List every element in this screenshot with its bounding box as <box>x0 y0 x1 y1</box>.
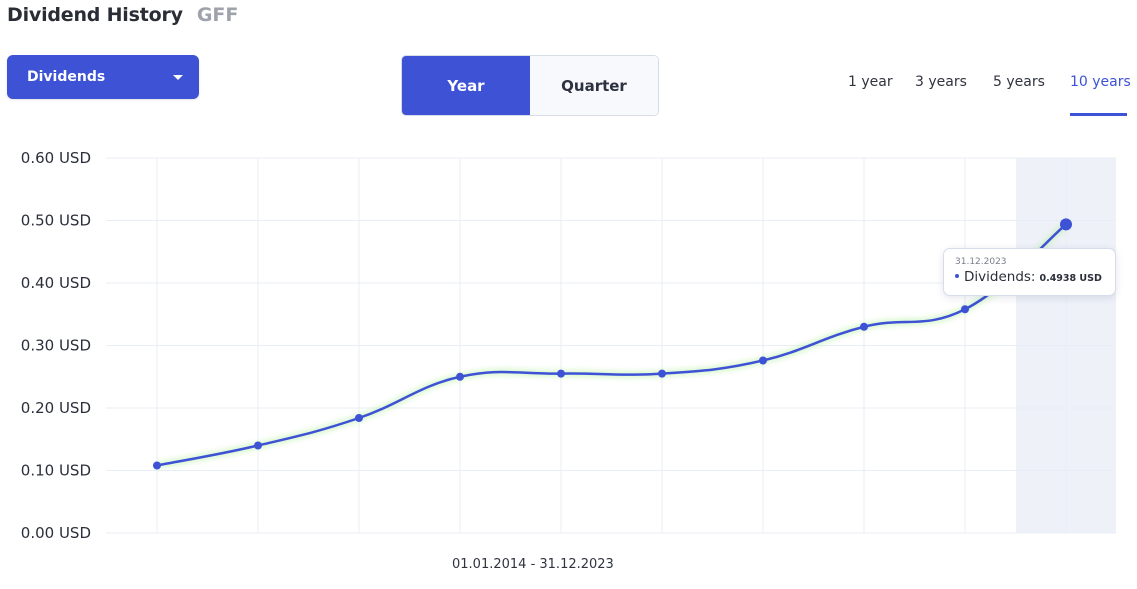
range-tabs: 1 year 3 years 5 years 10 years <box>0 74 1137 118</box>
data-point <box>658 369 666 378</box>
chart-period-label: 01.01.2014 - 31.12.2023 <box>452 557 614 572</box>
dividends-line <box>155 223 1068 467</box>
y-tick-label: 0.00 USD <box>21 524 91 542</box>
data-point <box>557 369 565 378</box>
page-header: Dividend History GFF <box>7 4 238 26</box>
dividend-chart-svg: 0.00 USD 0.10 USD 0.20 USD 0.30 USD 0.40 USD… <box>21 149 1116 542</box>
y-tick-label: 0.60 USD <box>21 149 91 167</box>
series-dot-icon <box>955 274 959 278</box>
y-tick-label: 0.20 USD <box>21 399 91 417</box>
ticker-symbol: GFF <box>196 4 239 26</box>
tooltip-series-name: Dividends: <box>964 269 1036 285</box>
y-tick-label: 0.10 USD <box>21 462 91 480</box>
chart-tooltip: 31.12.2023 Dividends: 0.4938 USD <box>943 248 1116 296</box>
page-title: Dividend History <box>7 4 183 26</box>
range-tab-10-years[interactable]: 10 years <box>1070 74 1131 90</box>
range-tab-5-years[interactable]: 5 years <box>993 74 1045 90</box>
data-point <box>860 322 868 331</box>
dividends-line-glow <box>156 222 1068 469</box>
data-point <box>456 372 464 381</box>
tooltip-value: 0.4938 USD <box>1039 273 1102 284</box>
y-tick-label: 0.50 USD <box>21 212 91 230</box>
data-point <box>759 356 767 365</box>
range-tab-3-years[interactable]: 3 years <box>915 74 967 90</box>
range-tab-1-year[interactable]: 1 year <box>848 74 893 90</box>
tooltip-date: 31.12.2023 <box>955 257 1007 267</box>
data-point <box>1060 218 1072 231</box>
active-range-underline <box>1070 113 1127 116</box>
y-tick-label: 0.30 USD <box>21 337 91 355</box>
data-point <box>961 305 969 314</box>
data-point <box>153 461 161 470</box>
data-point <box>355 414 363 422</box>
data-point <box>254 441 262 450</box>
dividend-chart: 0.00 USD 0.10 USD 0.20 USD 0.30 USD 0.40 USD… <box>0 140 1137 560</box>
tooltip-row: Dividends: 0.4938 USD <box>955 269 1104 285</box>
y-tick-label: 0.40 USD <box>21 274 91 292</box>
